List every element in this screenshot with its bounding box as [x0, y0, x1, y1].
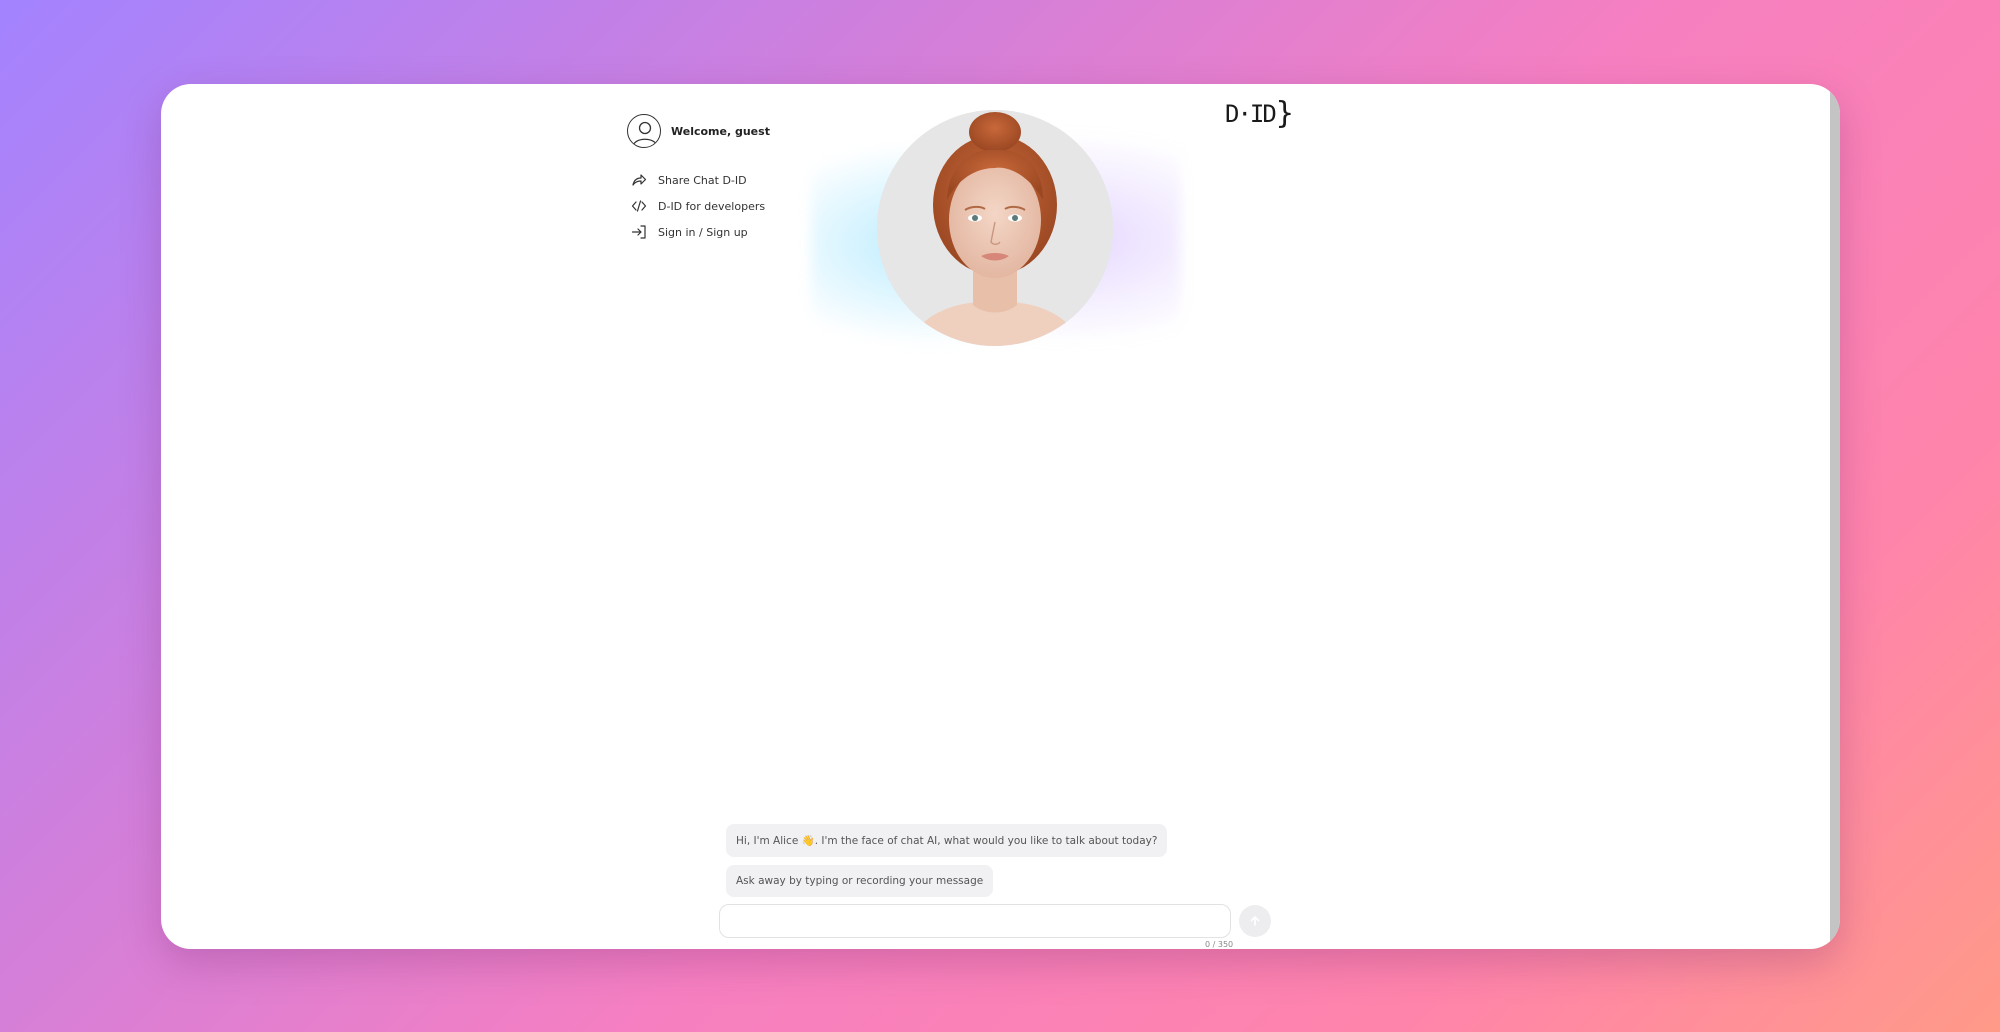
developers-link[interactable]: D-ID for developers	[627, 193, 787, 219]
user-avatar-icon	[627, 114, 661, 148]
assistant-message: Ask away by typing or recording your mes…	[726, 865, 994, 897]
assistant-message: Hi, I'm Alice 👋. I'm the face of chat AI…	[726, 824, 1168, 857]
scrollbar[interactable]	[1830, 84, 1840, 949]
share-chat-link[interactable]: Share Chat D-ID	[627, 167, 787, 193]
share-icon	[630, 171, 648, 189]
logo-brace: }	[1275, 96, 1294, 131]
sidebar: Welcome, guest Share Chat D-ID D-ID for …	[627, 114, 787, 245]
code-icon	[630, 197, 648, 215]
sign-in-icon	[630, 223, 648, 241]
app-window: Welcome, guest Share Chat D-ID D-ID for …	[161, 84, 1840, 949]
chat-input-row	[719, 904, 1271, 938]
character-counter: 0 / 350	[1205, 940, 1234, 949]
sign-in-label: Sign in / Sign up	[658, 225, 748, 239]
logo-text: D·ID	[1225, 99, 1277, 128]
developers-label: D-ID for developers	[658, 199, 766, 213]
user-welcome[interactable]: Welcome, guest	[627, 114, 787, 148]
avatar-portrait	[877, 110, 1113, 346]
send-arrow-icon	[1250, 916, 1260, 926]
share-chat-label: Share Chat D-ID	[658, 173, 747, 187]
d-id-logo[interactable]: D·ID }	[1225, 96, 1294, 131]
welcome-text: Welcome, guest	[671, 124, 770, 138]
sign-in-link[interactable]: Sign in / Sign up	[627, 219, 787, 245]
chat-input[interactable]	[719, 904, 1231, 938]
send-button[interactable]	[1239, 905, 1271, 937]
chat-messages: Hi, I'm Alice 👋. I'm the face of chat AI…	[726, 824, 1326, 905]
